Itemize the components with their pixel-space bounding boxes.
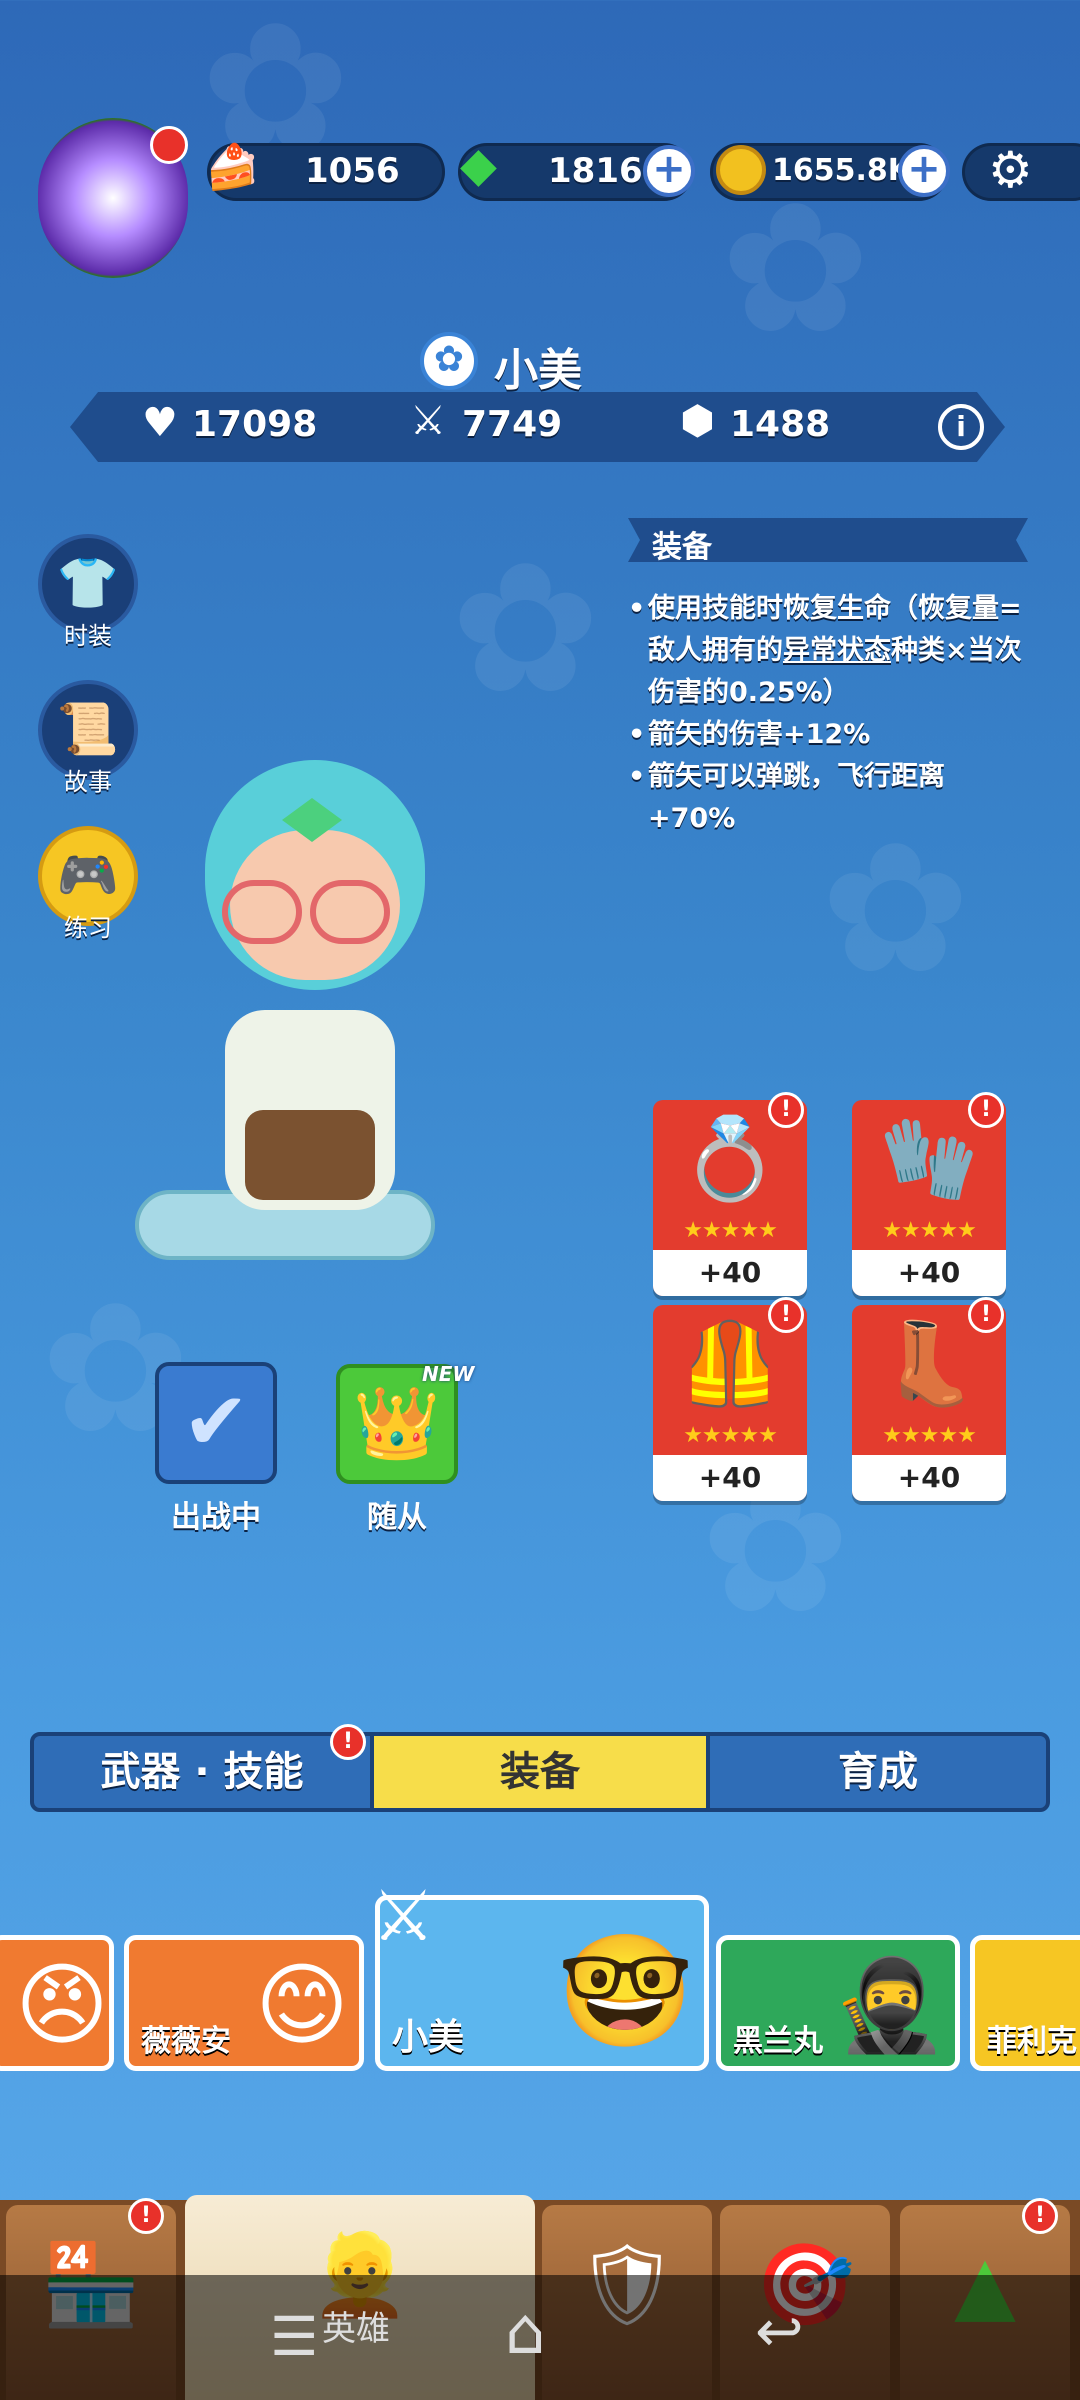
notification-dot [150, 126, 188, 164]
gem-value: 1816 [548, 151, 643, 191]
tab-bar: 武器 · 技能 装备 育成 [30, 1732, 1050, 1812]
defense-value: 1488 [730, 404, 831, 445]
equip-level: +40 [653, 1455, 807, 1501]
deploy-button[interactable]: ✔ [155, 1362, 277, 1484]
element-badge-icon: ✿ [420, 332, 478, 390]
follower-label: 随从 [367, 1500, 427, 1535]
add-gems-button[interactable]: + [643, 145, 695, 197]
hero-card-partial[interactable]: 😠 [0, 1935, 114, 2071]
equip-level: +40 [852, 1455, 1006, 1501]
hero-card-name: 薇薇安 [141, 2024, 231, 2059]
equipment-title-bar: 装备 [628, 518, 1028, 562]
star-rating: ★★★★★ [882, 1218, 977, 1243]
hp-icon: ♥ [142, 400, 178, 446]
bg-flower: ✿ [450, 525, 601, 734]
hero-name: 小美 [494, 345, 582, 396]
cake-counter: 🍰 1056 [205, 142, 445, 201]
glasses-icon [222, 880, 302, 944]
desc-line: 箭矢可以弹跳，飞行距离+70% [628, 756, 1028, 840]
alert-badge: ! [128, 2198, 164, 2234]
gem-icon: ◆ [460, 137, 497, 193]
equip-card-ring[interactable]: 💍 ★★★★★ +40 [653, 1100, 807, 1296]
equip-level: +40 [852, 1250, 1006, 1296]
star-rating: ★★★★★ [683, 1423, 778, 1448]
cake-value: 1056 [305, 151, 400, 191]
coin-counter: 1655.8K + [710, 143, 950, 201]
checkmark-icon: ✔ [182, 1375, 250, 1468]
bg-flower: ✿ [820, 805, 971, 1014]
star-rating: ★★★★★ [683, 1218, 778, 1243]
alert-badge: ! [1022, 2198, 1058, 2234]
system-nav-bar: ☰ 英雄 ⌂ ↩ [0, 2275, 1080, 2400]
hero-card-name: 小美 [392, 2017, 465, 2058]
deploy-label: 出战中 [171, 1500, 261, 1535]
fashion-label: 时装 [64, 622, 112, 650]
coin-value: 1655.8K [772, 153, 912, 188]
attack-value: 7749 [462, 404, 563, 445]
hero-shorts [245, 1110, 375, 1200]
tab-weapon-skill[interactable]: 武器 · 技能 [34, 1736, 370, 1808]
shirt-icon: 👕 [56, 554, 120, 612]
tab-training[interactable]: 育成 [710, 1736, 1046, 1808]
back-icon[interactable]: ↩ [755, 2297, 804, 2365]
nav-heroes-label: 英雄 [322, 2309, 390, 2349]
alert-badge: ! [768, 1092, 804, 1128]
gamepad-icon: 🎮 [56, 846, 120, 904]
hp-value: 17098 [192, 404, 318, 445]
equip-card-armor[interactable]: 🦺 ★★★★★ +40 [653, 1305, 807, 1501]
add-coins-button[interactable]: + [898, 145, 950, 197]
alert-badge: ! [968, 1297, 1004, 1333]
gear-icon: ⚙ [988, 141, 1033, 199]
hero-portrait-icon: 🤓 [557, 1927, 694, 2055]
hero-portrait-icon: 😠 [15, 1953, 109, 2058]
hero-card-felix[interactable]: 菲利克 [970, 1935, 1080, 2071]
coin-icon [716, 145, 766, 195]
scroll-icon: 📜 [56, 700, 120, 758]
cake-icon: 🍰 [205, 142, 260, 193]
equipment-description: 使用技能时恢复生命（恢复量=敌人拥有的异常状态种类×当次伤害的0.25%） 箭矢… [628, 588, 1028, 840]
attack-icon: ⚔ [410, 398, 446, 444]
alert-badge: ! [330, 1724, 366, 1760]
alert-badge: ! [968, 1092, 1004, 1128]
alert-badge: ! [768, 1297, 804, 1333]
hero-character[interactable] [130, 710, 530, 1320]
equipment-title: 装备 [652, 530, 712, 565]
home-icon[interactable]: ⌂ [505, 2295, 546, 2369]
story-label: 故事 [64, 768, 112, 796]
bg-flower: ✿ [720, 165, 871, 374]
hero-card-name: 黑兰丸 [733, 2024, 823, 2059]
desc-line: 使用技能时恢复生命（恢复量=敌人拥有的异常状态种类×当次伤害的0.25%） [628, 588, 1028, 714]
settings-button[interactable]: ⚙ [962, 141, 1080, 201]
hero-card-name: 菲利克 [987, 2024, 1077, 2059]
equip-level: +40 [653, 1250, 807, 1296]
status-link[interactable]: 异常状态 [783, 635, 891, 666]
desc-line: 箭矢的伤害+12% [628, 714, 1028, 756]
menu-icon[interactable]: ☰ [270, 2305, 318, 2368]
hero-card-vivian[interactable]: 😊 薇薇安 [124, 1935, 364, 2071]
hero-portrait-icon: 🥷 [832, 1953, 945, 2058]
tab-equipment[interactable]: 装备 [370, 1736, 710, 1808]
equip-card-gauntlet[interactable]: 🧤 ★★★★★ +40 [852, 1100, 1006, 1296]
equip-card-boot[interactable]: 👢 ★★★★★ +40 [852, 1305, 1006, 1501]
practice-label: 练习 [64, 914, 112, 942]
crown-face-icon: 👑 [353, 1382, 441, 1464]
crossed-swords-icon: ⚔ [372, 1875, 435, 1957]
gem-counter: ◆ 1816 + [458, 137, 695, 201]
glasses-icon [310, 880, 390, 944]
info-icon[interactable]: i [938, 404, 984, 450]
hero-stats-bar: ♥ 17098 ⚔ 7749 ⬢ 1488 i [70, 392, 1005, 462]
hero-card-heilanwan[interactable]: 🥷 黑兰丸 [716, 1935, 960, 2071]
defense-icon: ⬢ [680, 398, 715, 444]
star-rating: ★★★★★ [882, 1423, 977, 1448]
hero-portrait-icon: 😊 [255, 1953, 349, 2058]
new-tag: NEW [422, 1362, 475, 1386]
